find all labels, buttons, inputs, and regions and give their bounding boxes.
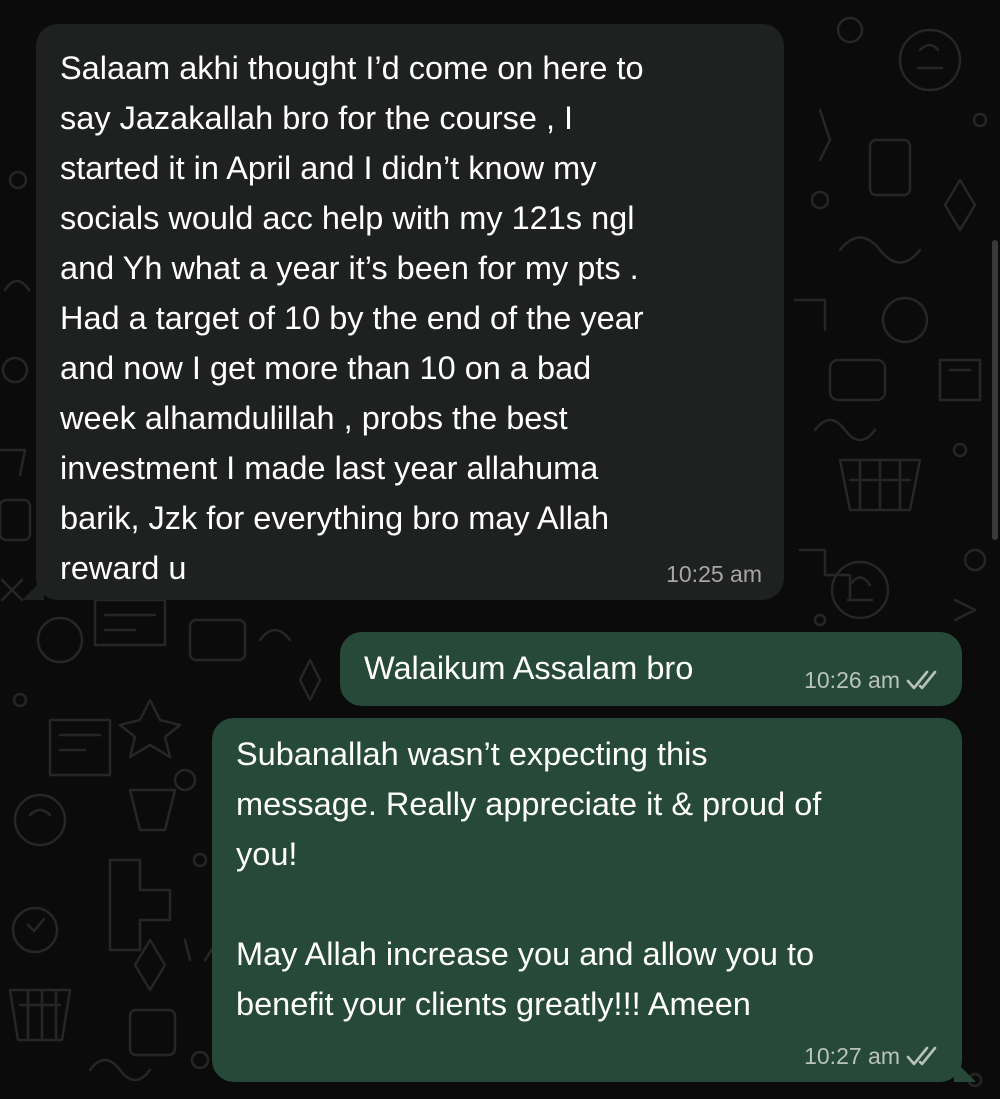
- double-check-icon: [906, 1046, 937, 1066]
- message-timestamp: 10:27 am: [804, 1043, 900, 1069]
- incoming-message-bubble[interactable]: Salaam akhi thought I’d come on here to …: [22, 24, 784, 600]
- message-meta: 10:26 am: [804, 666, 940, 694]
- outgoing-message-bubble[interactable]: Walaikum Assalam bro 10:26 am: [340, 632, 962, 706]
- message-meta: 10:27 am: [804, 1042, 940, 1070]
- message-meta: 10:25 am: [666, 560, 762, 588]
- message-timestamp: 10:25 am: [666, 561, 762, 587]
- message-text: Salaam akhi thought I’d come on here to …: [60, 50, 644, 586]
- outgoing-message-bubble[interactable]: Subanallah wasn’t expecting this message…: [212, 718, 976, 1082]
- double-check-icon: [906, 670, 937, 690]
- bubble-tail: [954, 1060, 976, 1082]
- bubble-tail: [22, 578, 44, 600]
- scroll-indicator[interactable]: [992, 240, 998, 540]
- message-text: Subanallah wasn’t expecting this message…: [236, 736, 822, 1022]
- message-timestamp: 10:26 am: [804, 667, 900, 693]
